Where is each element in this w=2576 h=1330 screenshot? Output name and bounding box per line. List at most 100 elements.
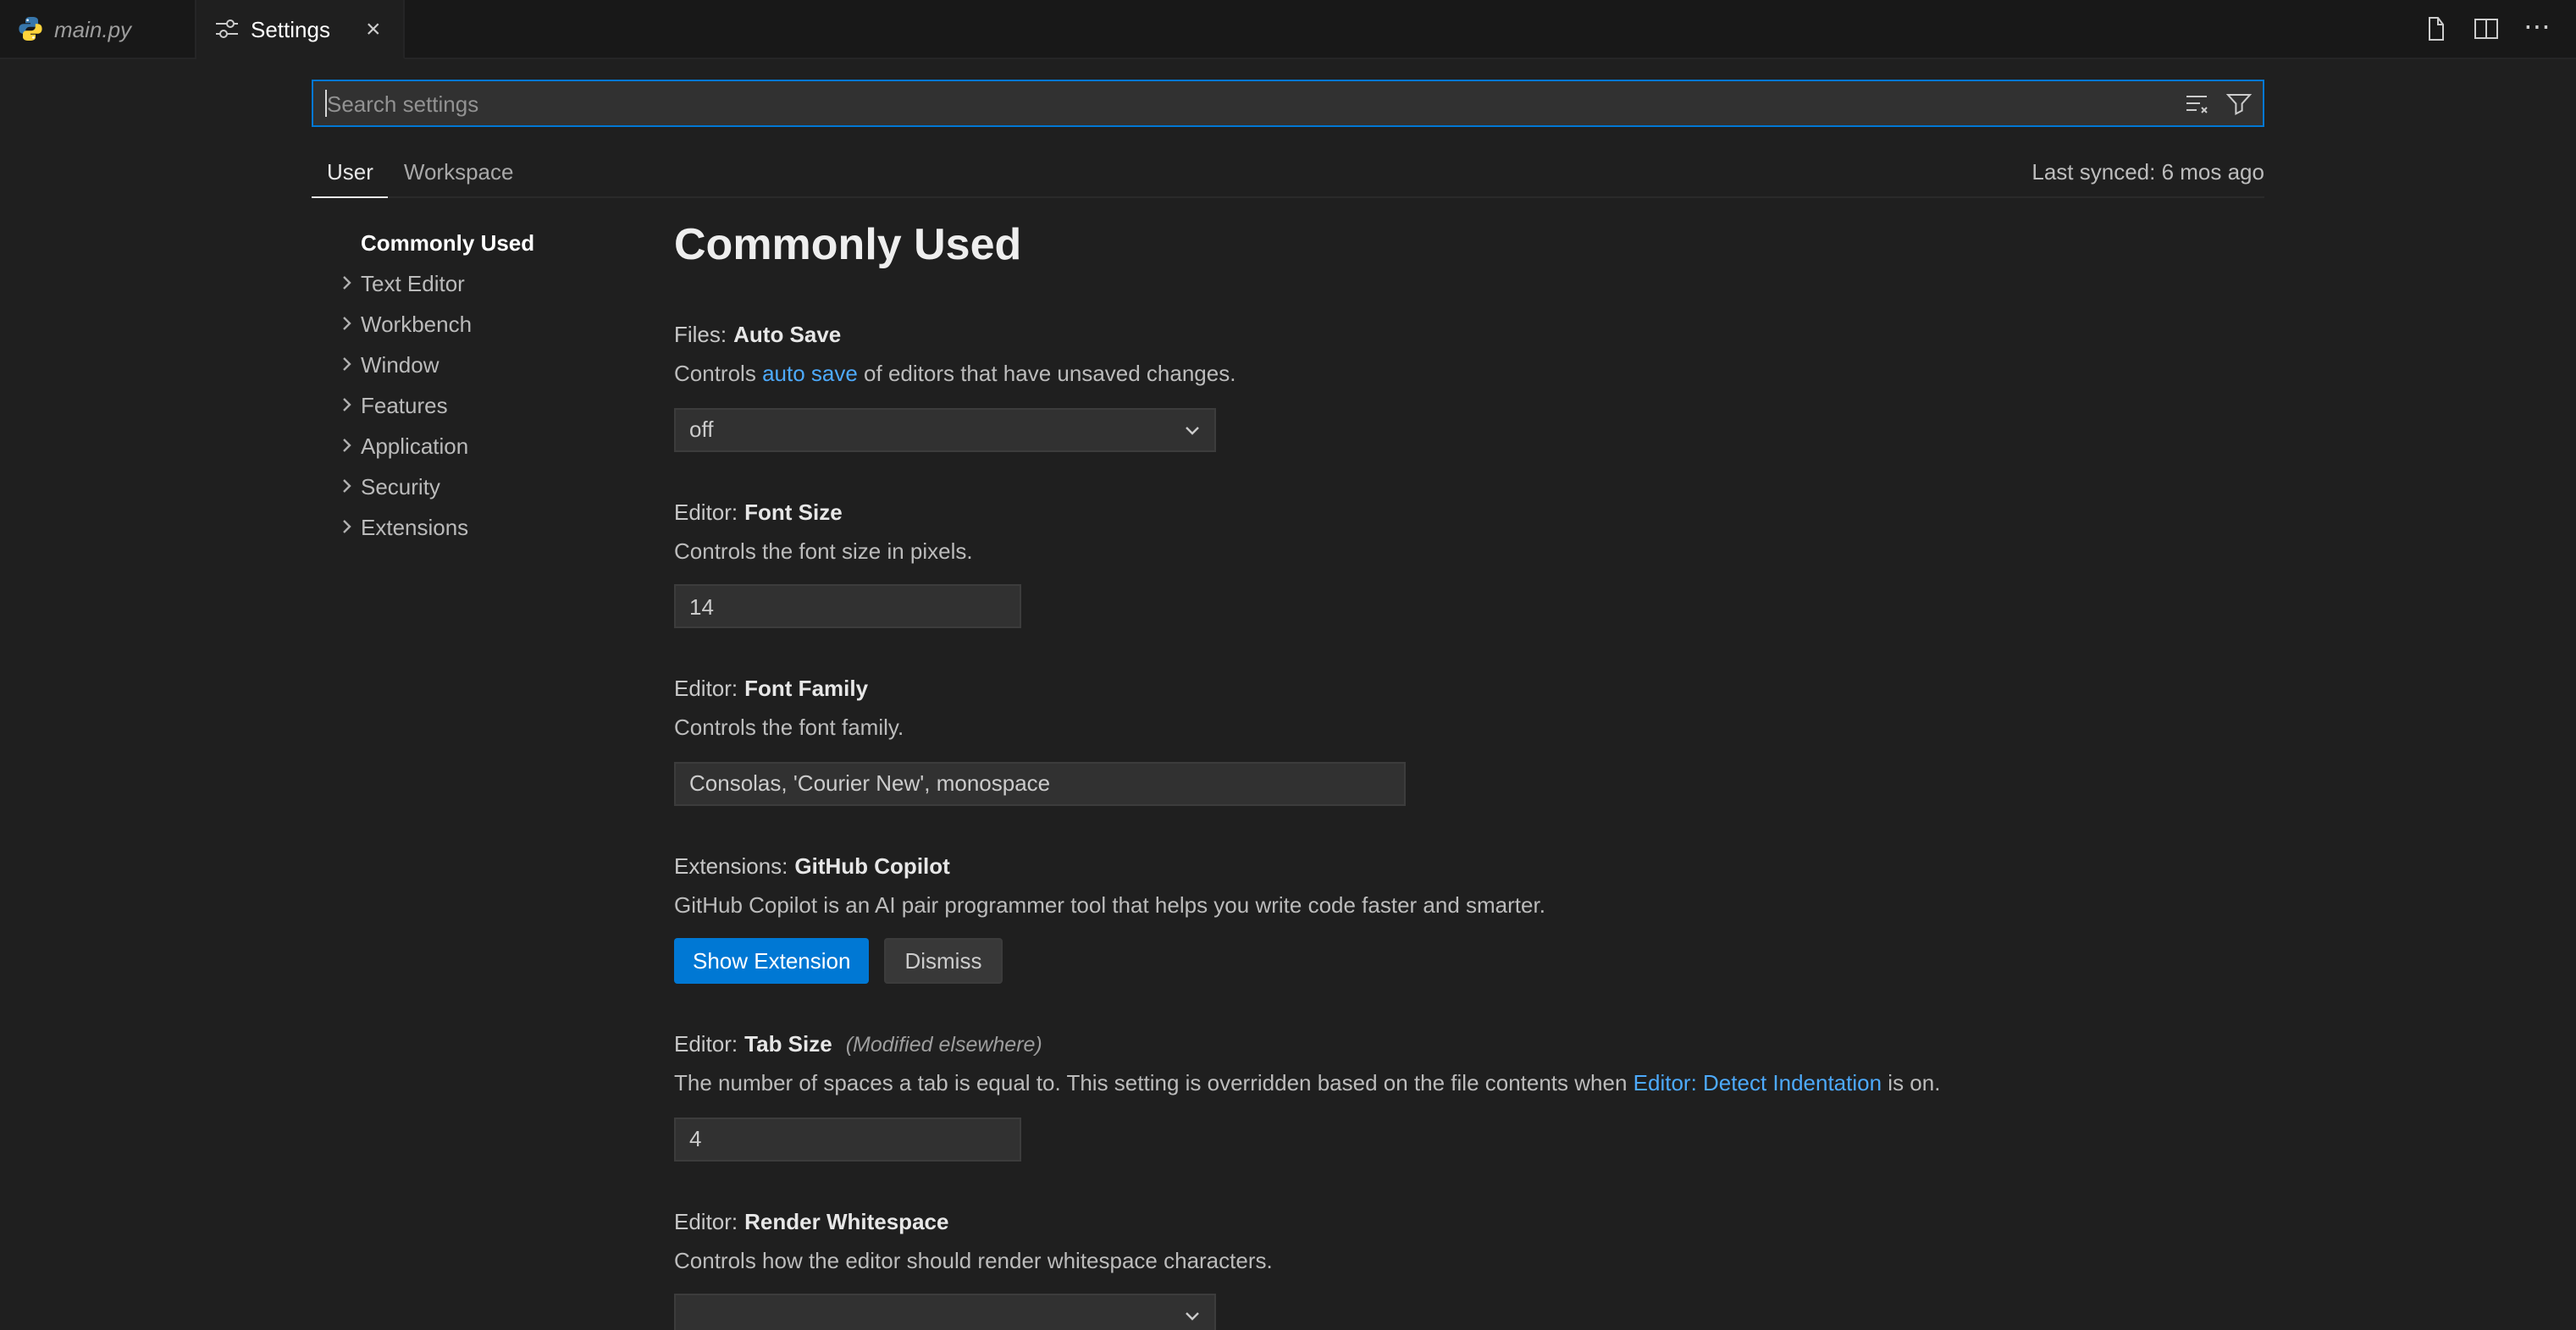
toc-label: Features (361, 392, 448, 417)
chevron-right-icon (334, 472, 361, 499)
text-caret (325, 90, 327, 117)
toc-label: Text Editor (361, 270, 465, 295)
toc-item-workbench[interactable]: Workbench (312, 303, 674, 344)
setting-category: Editor: (674, 676, 738, 701)
font-family-input[interactable] (674, 761, 1406, 805)
desc-text: of editors that have unsaved changes. (858, 361, 1236, 386)
render-whitespace-select[interactable] (674, 1294, 1216, 1330)
tab-label: main.py (54, 16, 131, 41)
chevron-down-icon (1179, 416, 1206, 443)
setting-editor-tab-size: Editor:Tab Size(Modified elsewhere) The … (674, 1031, 2385, 1161)
tab-user[interactable]: User (312, 149, 389, 198)
font-size-input[interactable] (674, 584, 1021, 628)
settings-body: Commonly Used Text Editor Workbench Wind… (312, 198, 2576, 1330)
setting-title: Editor:Font Family (674, 676, 2385, 701)
python-icon (17, 15, 44, 42)
toc-item-commonly-used[interactable]: Commonly Used (312, 222, 674, 262)
auto-save-link[interactable]: auto save (762, 361, 858, 386)
filter-icon[interactable] (2225, 90, 2253, 117)
detect-indentation-link[interactable]: Editor: Detect Indentation (1633, 1070, 1882, 1095)
editor-actions: ⋯ (2398, 0, 2576, 58)
desc-text: Controls the font size in pixels. (674, 538, 973, 563)
setting-description: GitHub Copilot is an AI pair programmer … (674, 890, 2385, 919)
dismiss-button[interactable]: Dismiss (884, 938, 1002, 984)
open-settings-json-icon[interactable] (2422, 15, 2449, 42)
toc-item-window[interactable]: Window (312, 344, 674, 384)
last-synced-label: Last synced: 6 mos ago (2032, 159, 2264, 196)
setting-editor-font-family: Editor:Font Family Controls the font fam… (674, 676, 2385, 805)
settings-sliders-icon (213, 15, 240, 42)
toc-label: Window (361, 351, 439, 377)
split-editor-icon[interactable] (2473, 15, 2500, 42)
tab-settings[interactable]: Settings × (196, 0, 405, 59)
more-actions-icon[interactable]: ⋯ (2523, 15, 2552, 42)
auto-save-select[interactable]: off (674, 407, 1216, 451)
setting-name: GitHub Copilot (794, 853, 949, 878)
toc-item-security[interactable]: Security (312, 466, 674, 506)
settings-search-box[interactable] (312, 80, 2264, 127)
tab-label: Settings (251, 16, 330, 41)
setting-title: Files:Auto Save (674, 322, 2385, 347)
desc-text: The number of spaces a tab is equal to. … (674, 1070, 1633, 1095)
editor-tab-bar: main.py Settings × (0, 0, 2576, 59)
clear-search-results-icon[interactable] (2183, 90, 2210, 117)
desc-text: is on. (1882, 1070, 1940, 1095)
desc-text: Controls the font family. (674, 715, 904, 740)
setting-name: Render Whitespace (744, 1208, 948, 1233)
setting-description: The number of spaces a tab is equal to. … (674, 1068, 2385, 1098)
desc-text: Controls how the editor should render wh… (674, 1247, 1273, 1272)
setting-editor-font-size: Editor:Font Size Controls the font size … (674, 499, 2385, 628)
setting-description: Controls the font size in pixels. (674, 536, 2385, 566)
desc-text: GitHub Copilot is an AI pair programmer … (674, 891, 1545, 917)
toc-item-application[interactable]: Application (312, 425, 674, 466)
setting-category: Editor: (674, 1031, 738, 1057)
chevron-right-icon (334, 310, 361, 337)
vscode-settings-window: main.py Settings × (0, 0, 2576, 1330)
toc-item-text-editor[interactable]: Text Editor (312, 262, 674, 303)
chevron-right-icon (334, 513, 361, 540)
toc-item-extensions[interactable]: Extensions (312, 506, 674, 547)
setting-files-auto-save: Files:Auto Save Controls auto save of ed… (674, 322, 2385, 451)
setting-category: Extensions: (674, 853, 788, 878)
page-title: Commonly Used (674, 218, 2385, 271)
settings-toc: Commonly Used Text Editor Workbench Wind… (312, 198, 674, 1330)
search-input[interactable] (323, 91, 2183, 116)
setting-editor-render-whitespace: Editor:Render Whitespace Controls how th… (674, 1208, 2385, 1330)
search-actions (2183, 90, 2253, 117)
setting-extensions-github-copilot: Extensions:GitHub Copilot GitHub Copilot… (674, 853, 2385, 984)
toc-label: Commonly Used (361, 229, 534, 255)
tab-main-py[interactable]: main.py (0, 0, 196, 58)
chevron-right-icon (334, 350, 361, 378)
chevron-right-icon (334, 269, 361, 296)
setting-category: Editor: (674, 1208, 738, 1233)
select-value: off (689, 417, 713, 442)
setting-category: Editor: (674, 499, 738, 524)
toc-label: Extensions (361, 514, 468, 539)
setting-title: Editor:Tab Size(Modified elsewhere) (674, 1031, 2385, 1057)
scope-tabs: User Workspace (312, 149, 529, 196)
settings-header: User Workspace Last synced: 6 mos ago (312, 80, 2264, 198)
setting-description: Controls the font family. (674, 713, 2385, 742)
setting-name: Auto Save (733, 322, 841, 347)
setting-title: Extensions:GitHub Copilot (674, 853, 2385, 878)
setting-title: Editor:Render Whitespace (674, 1208, 2385, 1233)
setting-description: Controls auto save of editors that have … (674, 359, 2385, 389)
chevron-right-icon (334, 391, 361, 418)
settings-scope-row: User Workspace Last synced: 6 mos ago (312, 149, 2264, 198)
setting-name: Font Size (744, 499, 843, 524)
close-icon[interactable]: × (361, 16, 386, 41)
settings-list: Commonly Used Files:Auto Save Controls a… (674, 198, 2385, 1330)
toc-label: Workbench (361, 311, 472, 336)
setting-description: Controls how the editor should render wh… (674, 1245, 2385, 1275)
setting-title: Editor:Font Size (674, 499, 2385, 524)
tab-size-input[interactable] (674, 1117, 1021, 1161)
setting-name: Font Family (744, 676, 868, 701)
toc-item-features[interactable]: Features (312, 384, 674, 425)
tab-workspace[interactable]: Workspace (389, 149, 529, 196)
chevron-down-icon (1179, 1303, 1206, 1330)
setting-name: Tab Size (744, 1031, 832, 1057)
show-extension-button[interactable]: Show Extension (674, 938, 869, 984)
desc-text: Controls (674, 361, 762, 386)
setting-category: Files: (674, 322, 727, 347)
chevron-right-icon (334, 432, 361, 459)
